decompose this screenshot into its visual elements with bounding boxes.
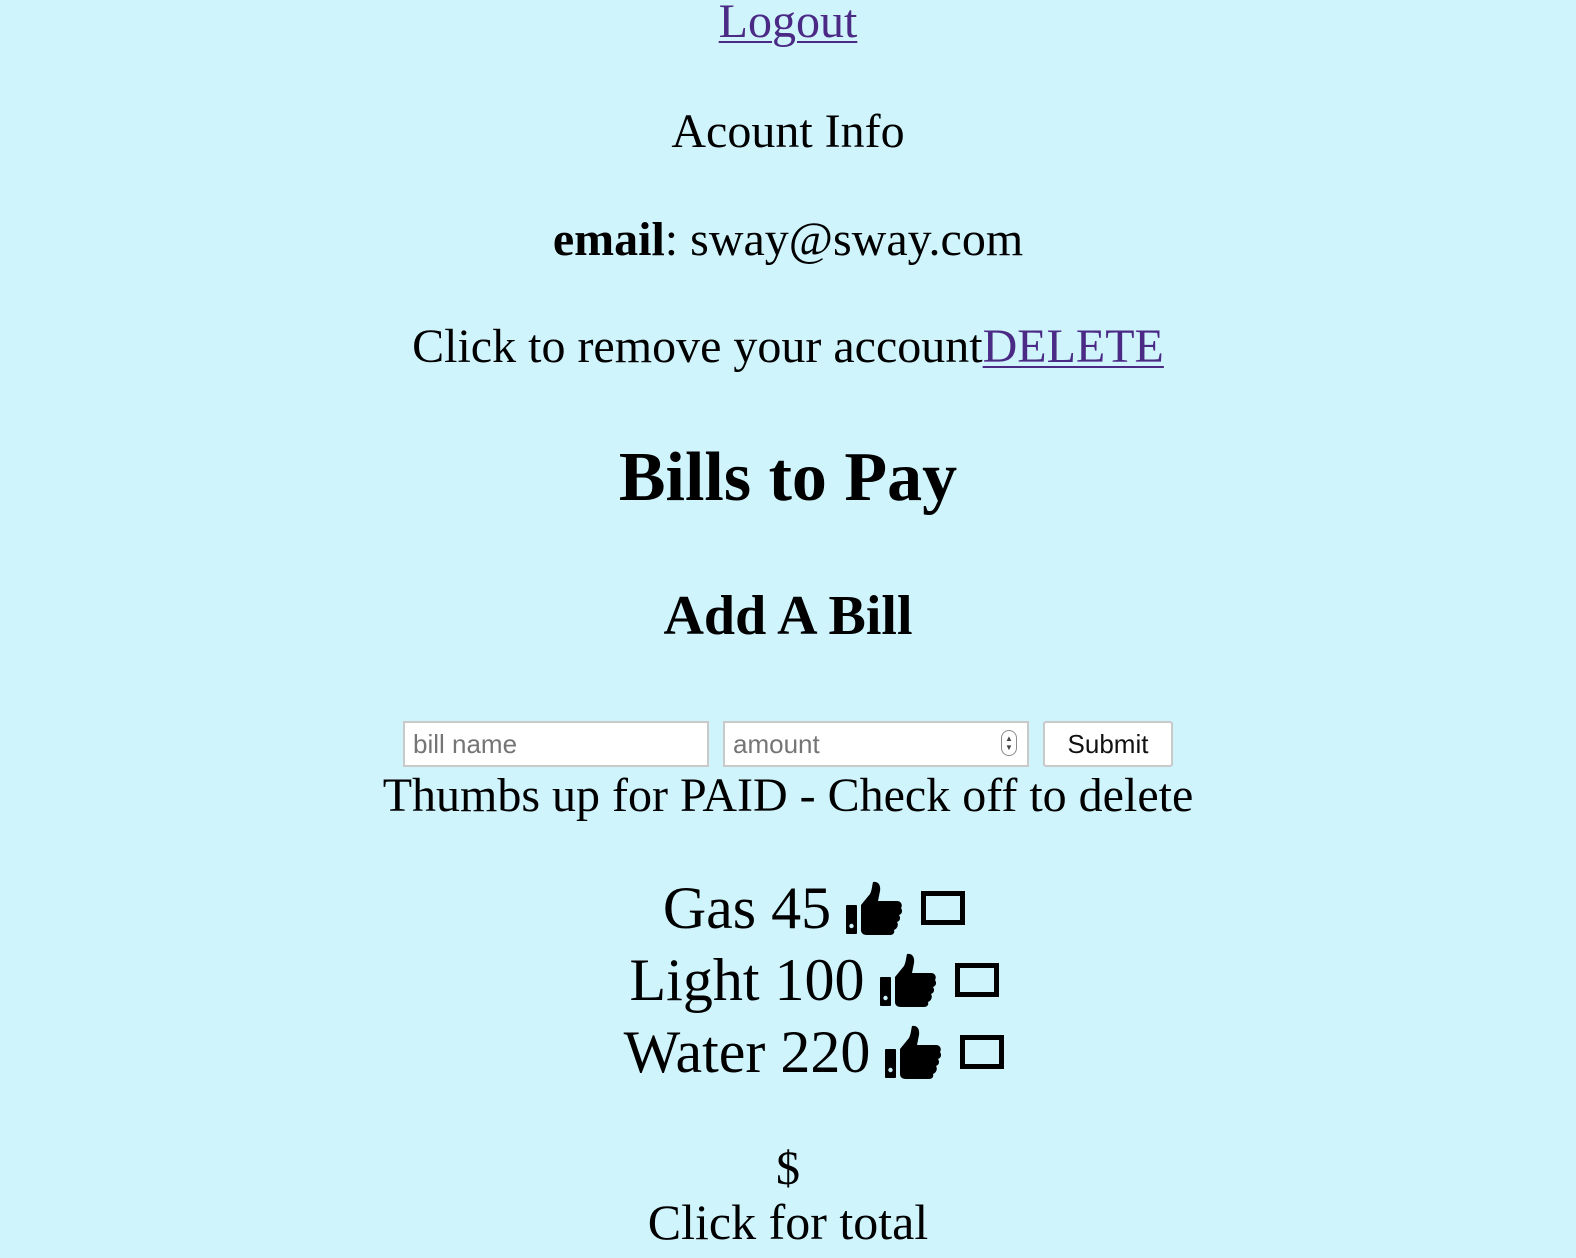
- amount-field-wrapper: ▲▼: [723, 721, 1029, 767]
- add-bill-title: Add A Bill: [663, 585, 913, 647]
- bill-amount: 220: [780, 1019, 871, 1085]
- page: Logout Acount Info email: sway@sway.com …: [0, 0, 1576, 1258]
- email-line: email: sway@sway.com: [0, 210, 1576, 270]
- email-value: sway@sway.com: [690, 213, 1024, 266]
- bill-row-content: Gas 45: [662, 872, 966, 944]
- thumbs-up-icon[interactable]: [884, 1024, 942, 1080]
- email-label: email: [552, 213, 665, 266]
- submit-button[interactable]: Submit: [1043, 721, 1173, 767]
- add-bill-form: ▲▼ Submit: [0, 721, 1576, 767]
- bill-row-content: Light 100: [630, 944, 999, 1016]
- bill-name-input[interactable]: [403, 721, 709, 767]
- bill-row: Water 220: [0, 1016, 1576, 1088]
- bill-amount: 45: [771, 875, 832, 941]
- bill-name: Light: [629, 947, 760, 1013]
- instructions-text: Thumbs up for PAID - Check off to delete: [382, 769, 1194, 822]
- thumbs-up-icon[interactable]: [879, 952, 937, 1008]
- logout-link[interactable]: Logout: [719, 0, 858, 48]
- delete-checkbox[interactable]: [954, 963, 999, 997]
- bill-list: Gas 45 Light 100 Water 220: [0, 872, 1576, 1088]
- logout-row: Logout: [0, 0, 1576, 52]
- bill-row-content: Water 220: [624, 1016, 1005, 1088]
- stepper-icon[interactable]: ▲ ▼: [1001, 730, 1017, 756]
- bill-amount: 100: [774, 947, 865, 1013]
- total-button[interactable]: Click for total: [0, 1192, 1576, 1252]
- account-info-title: Acount Info: [671, 105, 905, 158]
- bill-row: Light 100: [0, 944, 1576, 1016]
- delete-account-line: Click to remove your accountDELETE: [0, 317, 1576, 377]
- bill-row: Gas 45: [0, 872, 1576, 944]
- email-separator: :: [664, 213, 691, 266]
- total-symbol: $: [776, 1142, 800, 1195]
- amount-input[interactable]: [723, 721, 1029, 767]
- delete-checkbox[interactable]: [921, 891, 966, 925]
- bill-name: Gas: [662, 875, 757, 941]
- delete-checkbox[interactable]: [960, 1035, 1005, 1069]
- remove-account-text: Click to remove your account: [412, 320, 983, 373]
- delete-account-link[interactable]: DELETE: [983, 320, 1164, 373]
- bill-name: Water: [623, 1019, 766, 1085]
- bills-title: Bills to Pay: [618, 439, 958, 516]
- thumbs-up-icon[interactable]: [845, 880, 903, 936]
